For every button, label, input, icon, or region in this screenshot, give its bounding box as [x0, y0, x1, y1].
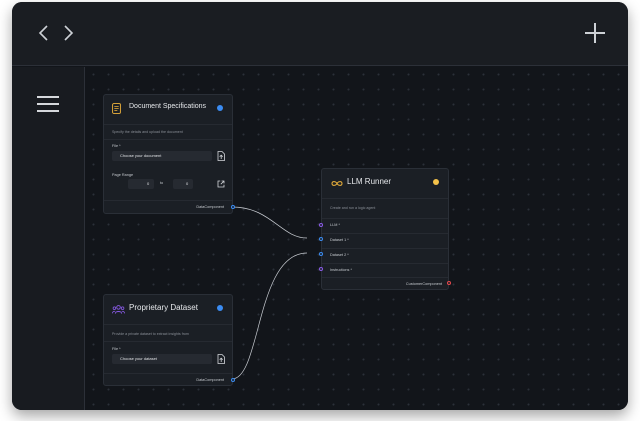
to-label: to	[160, 181, 164, 185]
input-row-dataset1: Dataset 1 *	[322, 233, 448, 247]
file-upload-icon[interactable]	[217, 354, 225, 364]
input-row-dataset2: Dataset 2 *	[322, 248, 448, 262]
sidebar	[12, 67, 85, 410]
node-document-specifications[interactable]: Document Specifications Specify the deta…	[103, 94, 235, 214]
page-to-stepper[interactable]: 0	[173, 179, 193, 189]
node-title: LLM Runner	[347, 177, 392, 186]
top-bar	[12, 2, 628, 66]
file-label: File *	[112, 144, 121, 148]
node-proprietary-dataset[interactable]: Proprietary Dataset Provide a private da…	[103, 294, 235, 387]
page-from-value: 0	[147, 181, 150, 186]
page-range-label: Page Range	[112, 173, 134, 177]
input-port-llm[interactable]	[319, 223, 323, 227]
file-input-placeholder: Choose your dataset	[120, 356, 157, 361]
app-window: Document Specifications Specify the deta…	[12, 2, 628, 410]
output-label: DataComponent	[196, 205, 224, 209]
status-dot	[433, 179, 439, 185]
input-label-llm: LLM *	[330, 223, 340, 227]
output-port[interactable]	[447, 281, 451, 285]
input-port-dataset2[interactable]	[319, 252, 323, 256]
node-title: Document Specifications	[129, 103, 207, 110]
input-label-dataset1: Dataset 1 *	[330, 238, 349, 242]
users-icon	[112, 305, 125, 314]
input-row-instructions: Instructions *	[322, 263, 448, 277]
node-llm-runner[interactable]: LLM Runner Create and run a logic agent …	[319, 168, 451, 291]
page-from-stepper[interactable]: 0	[128, 179, 154, 189]
output-row: DataComponent	[104, 200, 232, 214]
wire-dataset-to-dataset2	[231, 252, 308, 380]
node-description: Specify the details and upload the docum…	[112, 130, 183, 134]
chevron-right-icon[interactable]	[58, 20, 78, 46]
output-label: DataComponent	[196, 378, 224, 382]
input-port-dataset1[interactable]	[319, 237, 323, 241]
flow-canvas[interactable]: Document Specifications Specify the deta…	[86, 67, 628, 410]
external-link-icon[interactable]	[217, 180, 225, 188]
input-label-dataset2: Dataset 2 *	[330, 253, 349, 257]
input-port-instructions[interactable]	[319, 267, 323, 271]
file-upload-icon[interactable]	[217, 151, 225, 161]
output-label: CustomerComponent	[405, 282, 442, 286]
node-header: Document Specifications	[104, 95, 232, 125]
node-description: Provide a private dataset to extract ins…	[112, 332, 189, 336]
file-input-placeholder: Choose your document	[120, 153, 162, 158]
wire-doc-to-dataset1	[231, 206, 308, 239]
output-port[interactable]	[231, 378, 235, 382]
hamburger-menu-icon[interactable]	[37, 95, 59, 113]
file-label: File *	[112, 347, 121, 351]
infinity-icon	[331, 181, 343, 186]
plus-icon[interactable]	[584, 22, 606, 44]
output-row: DataComponent	[104, 373, 232, 387]
chevron-left-icon[interactable]	[34, 20, 54, 46]
node-header: LLM Runner	[322, 169, 448, 199]
output-port[interactable]	[231, 205, 235, 209]
file-input[interactable]: Choose your dataset	[112, 354, 212, 364]
status-dot	[217, 105, 223, 111]
input-label-instructions: Instructions *	[330, 268, 352, 272]
document-icon	[112, 103, 121, 114]
status-dot	[217, 305, 223, 311]
node-header: Proprietary Dataset	[104, 295, 232, 325]
file-input[interactable]: Choose your document	[112, 151, 212, 161]
page-to-value: 0	[186, 181, 189, 186]
node-description: Create and run a logic agent	[330, 206, 376, 210]
node-title: Proprietary Dataset	[129, 303, 198, 312]
input-row-llm: LLM *	[322, 218, 448, 232]
output-row: CustomerComponent	[322, 277, 448, 291]
